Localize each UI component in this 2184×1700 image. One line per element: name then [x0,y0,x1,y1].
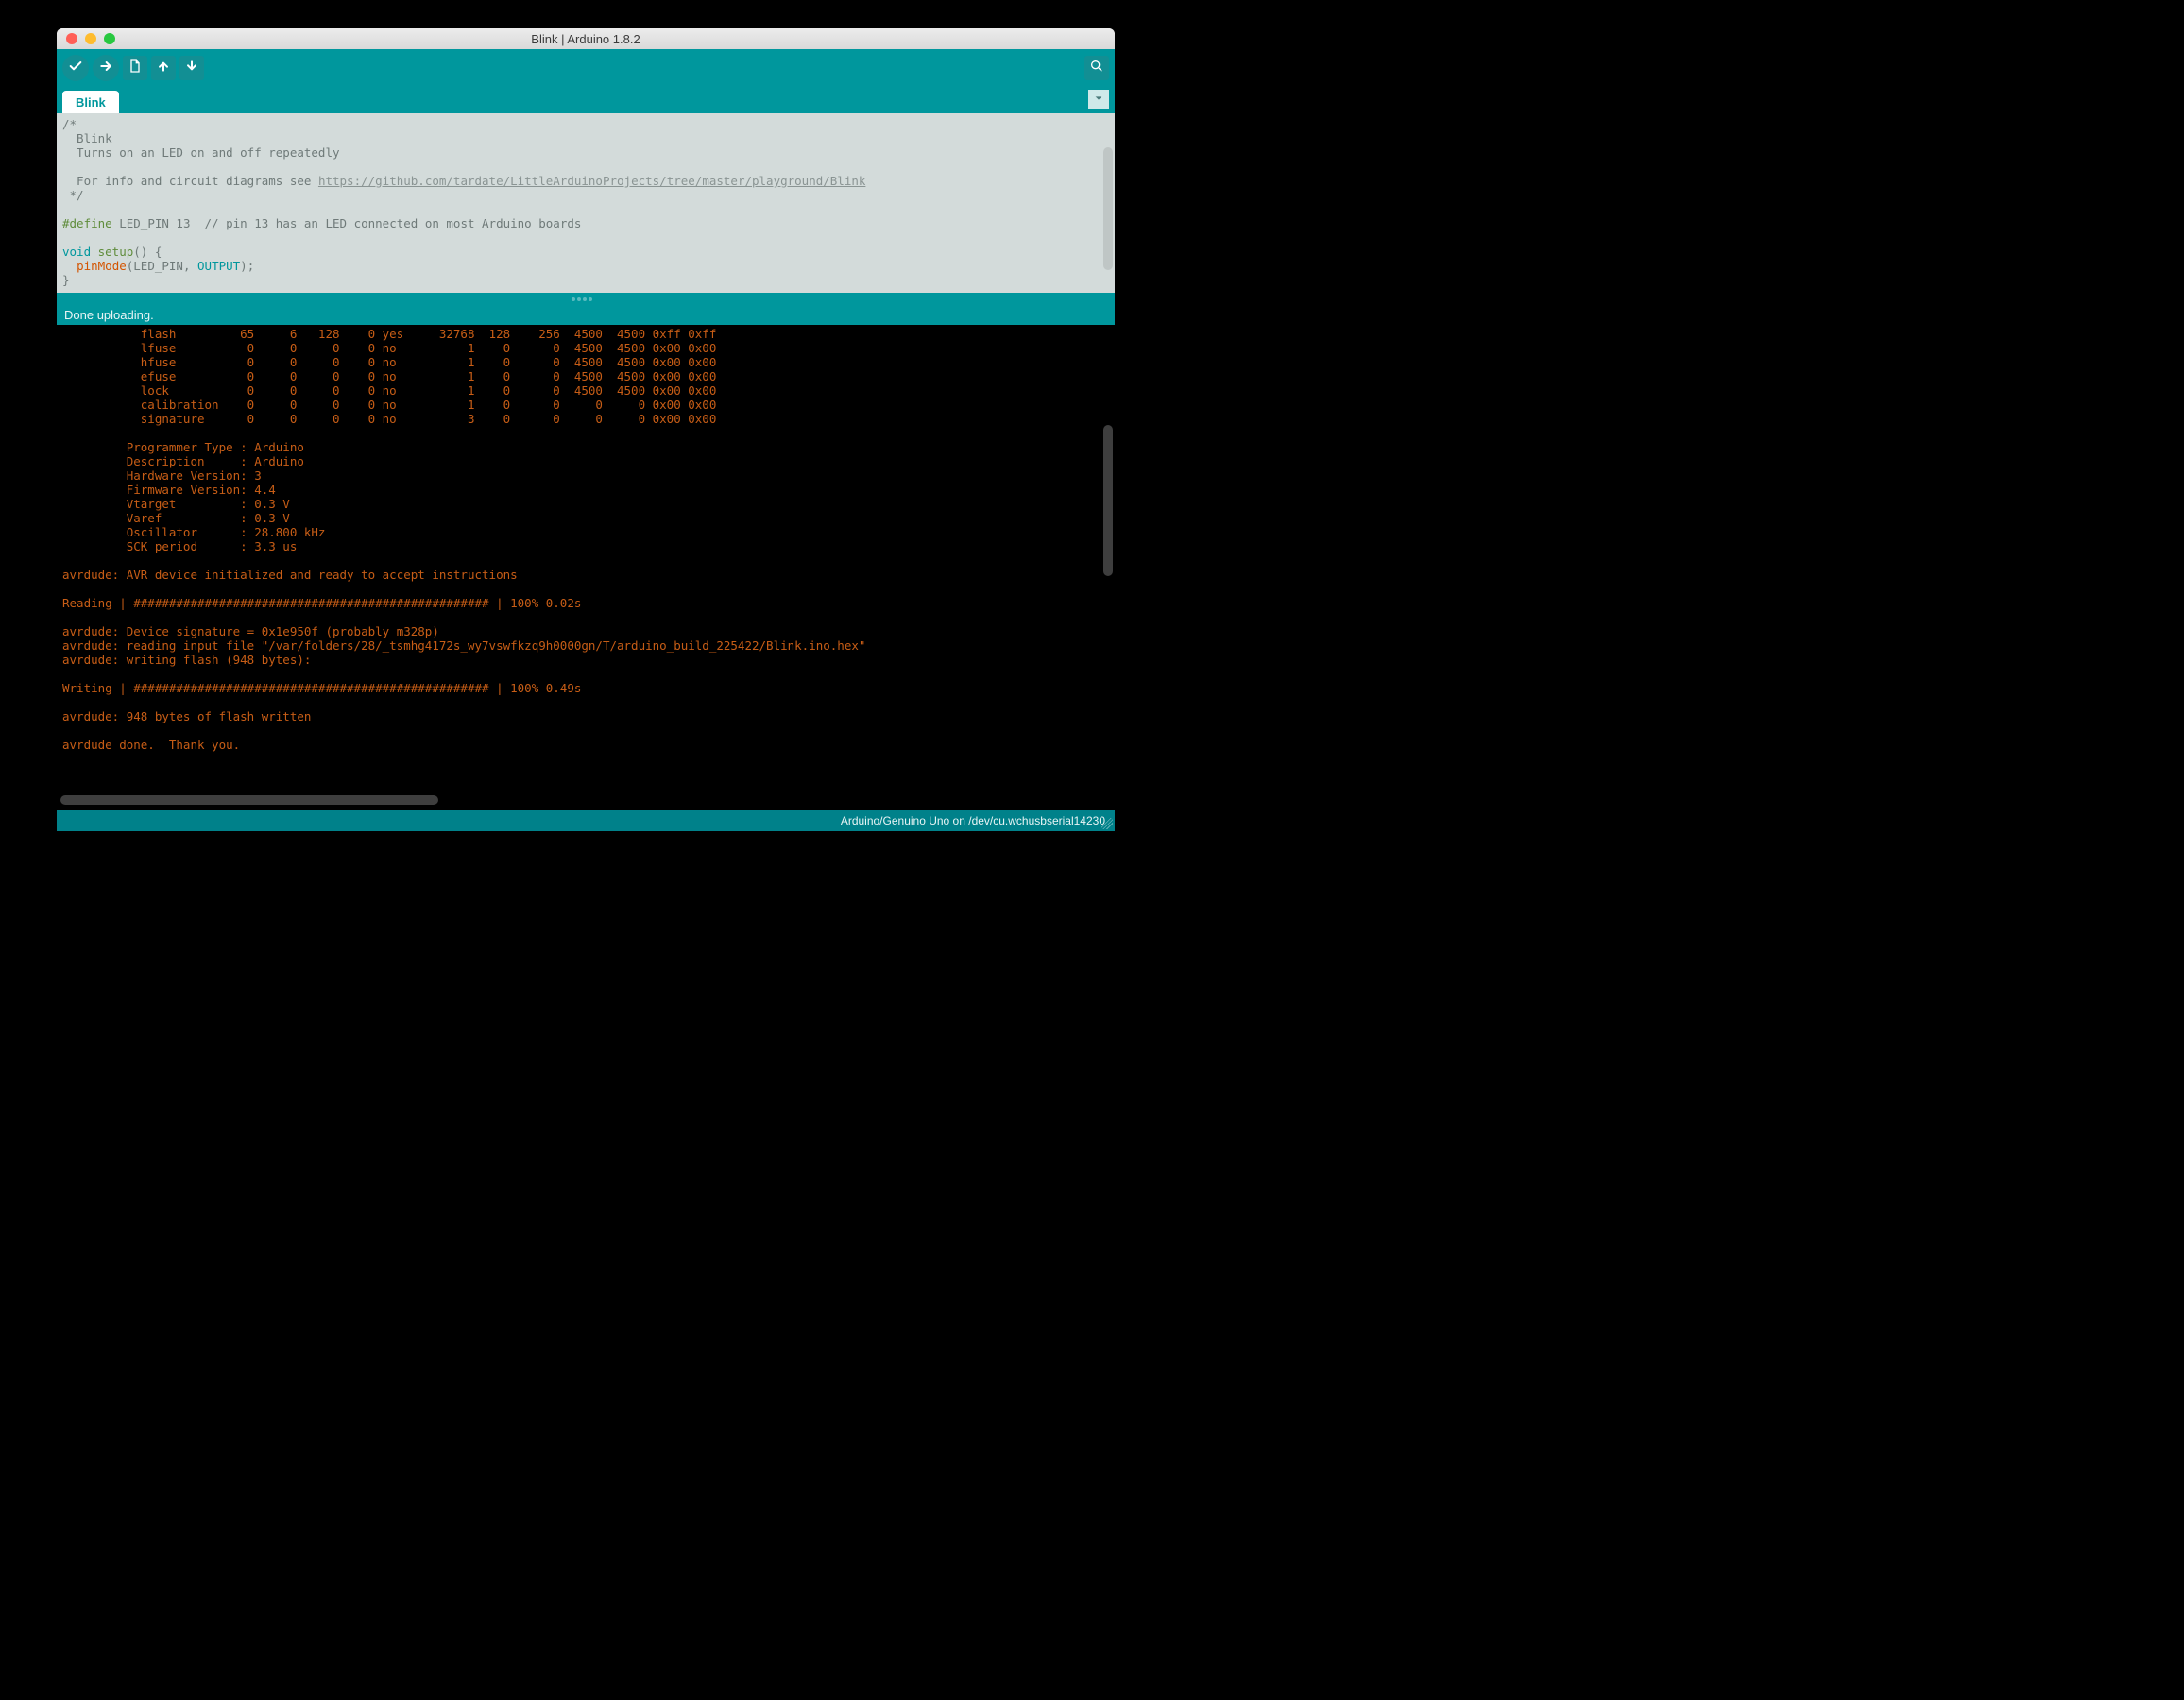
titlebar[interactable]: Blink | Arduino 1.8.2 [57,28,1115,49]
arrow-down-icon [184,59,199,78]
save-sketch-button[interactable] [179,56,204,80]
board-port-label: Arduino/Genuino Uno on /dev/cu.wchusbser… [841,814,1105,827]
pane-splitter[interactable] [57,293,1115,306]
verify-button[interactable] [62,55,89,81]
minimize-window-button[interactable] [85,33,96,44]
tab-bar: Blink [57,87,1115,113]
arrow-up-icon [156,59,171,78]
new-sketch-button[interactable] [123,56,147,80]
check-icon [68,59,83,78]
console-text: flash 65 6 128 0 yes 32768 128 256 4500 … [57,327,1115,780]
sketch-tab-blink[interactable]: Blink [62,91,119,113]
magnifier-icon [1089,59,1104,78]
close-window-button[interactable] [66,33,77,44]
upload-button[interactable] [93,55,119,81]
open-sketch-button[interactable] [151,56,176,80]
arduino-ide-window: Blink | Arduino 1.8.2 Blink /* Blink Tur… [57,28,1115,831]
splitter-grip-icon [572,298,600,301]
console-horizontal-scrollbar[interactable] [60,795,438,805]
serial-monitor-button[interactable] [1084,56,1109,80]
window-controls [66,33,115,44]
chevron-down-icon [1094,91,1103,108]
toolbar [57,49,1115,87]
arrow-right-icon [98,59,113,78]
tab-menu-button[interactable] [1088,90,1109,109]
file-icon [128,59,143,78]
console-vertical-scrollbar[interactable] [1103,425,1113,576]
code-editor[interactable]: /* Blink Turns on an LED on and off repe… [57,113,1115,293]
zoom-window-button[interactable] [104,33,115,44]
code-content[interactable]: /* Blink Turns on an LED on and off repe… [62,117,1109,287]
status-message: Done uploading. [64,308,154,322]
editor-scrollbar[interactable] [1103,147,1113,270]
output-console[interactable]: flash 65 6 128 0 yes 32768 128 256 4500 … [57,325,1115,810]
footer-bar: Arduino/Genuino Uno on /dev/cu.wchusbser… [57,810,1115,831]
status-bar: Done uploading. [57,306,1115,325]
info-url-link[interactable]: https://github.com/tardate/LittleArduino… [318,174,865,188]
window-title: Blink | Arduino 1.8.2 [57,32,1115,46]
